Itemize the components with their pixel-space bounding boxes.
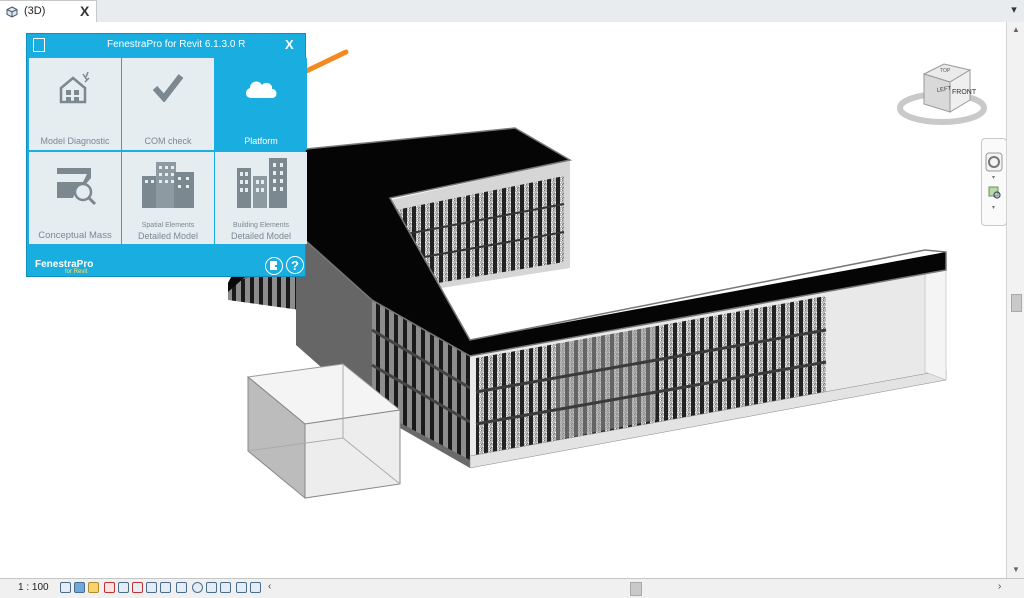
conceptual-mass-icon [57,168,97,206]
fenestrapro-brand-sub: for Revit [65,269,88,275]
viewcube-face-top: TOP [940,68,951,74]
temp-hide-icon[interactable] [176,582,187,593]
tile-label: Conceptual Mass [38,230,112,241]
shadows-icon[interactable] [104,582,115,593]
buildings-icon [237,158,287,208]
scroll-down-icon[interactable]: ▼ [1007,562,1024,578]
tile-label: Platform [244,136,278,146]
horizontal-scrollbar[interactable]: ‹ › [268,581,1006,596]
building-icon [142,162,194,208]
tile-label: COM check [144,136,192,146]
fenestrapro-logo-icon [33,38,45,52]
3d-view-icon [6,6,18,18]
highlight-displacement-icon[interactable] [236,582,247,593]
tile-label: Detailed Model [137,231,199,241]
tile-spatial-elements-detailed-model[interactable]: Spatial Elements Detailed Model [122,152,214,244]
detail-level-icon[interactable] [60,582,71,593]
tab-close-button[interactable]: X [80,3,89,19]
scroll-left-icon[interactable]: ‹ [268,581,271,592]
scroll-right-icon[interactable]: › [998,581,1001,592]
zoom-region-icon[interactable] [988,186,1001,199]
tab-3d-view[interactable]: (3D) X [0,0,97,23]
view-tab-strip [0,0,1024,23]
tile-label: Model Diagnostic [40,136,110,146]
panel-title-bar: FenestraPro for Revit 6.1.3.0 R X [27,34,307,56]
crop-view-icon[interactable] [132,582,143,593]
visual-style-icon[interactable] [74,582,85,593]
lock-3d-view-icon[interactable] [160,582,171,593]
rendering-icon[interactable] [118,582,129,593]
temp-view-properties-icon[interactable] [206,582,217,593]
house-diagnostic-icon [59,71,90,104]
svg-text:▾: ▾ [992,175,995,181]
svg-text:▾: ▾ [992,205,995,211]
sun-path-icon[interactable] [88,582,99,593]
navigation-bar: ▾ ▾ [981,138,1007,226]
tile-building-elements-detailed-model[interactable]: Building Elements Detailed Model [215,152,307,244]
tile-conceptual-mass[interactable]: Conceptual Mass [29,152,121,244]
vertical-scroll-thumb[interactable] [1011,294,1022,312]
analytical-model-icon[interactable] [220,582,231,593]
export-icon[interactable] [265,257,283,275]
viewcube[interactable]: LEFT FRONT TOP [896,60,988,130]
tile-label: Detailed Model [230,231,292,241]
tile-com-check[interactable]: COM check [122,58,214,150]
tile-sublabel: Spatial Elements [141,222,195,229]
panel-title: FenestraPro for Revit 6.1.3.0 R [107,39,246,50]
reveal-constraints-icon[interactable] [250,582,261,593]
tile-platform[interactable]: Platform [215,58,307,150]
scroll-up-icon[interactable]: ▲ [1007,22,1024,38]
view-control-bar: 1 : 100 ‹ › [0,578,1024,598]
help-button[interactable]: ? [286,256,304,274]
tile-model-diagnostic[interactable]: Model Diagnostic [29,58,121,150]
show-crop-icon[interactable] [146,582,157,593]
panel-close-button[interactable]: X [285,37,294,52]
horizontal-scroll-thumb[interactable] [630,582,642,596]
tile-sublabel: Building Elements [232,222,290,229]
tab-label: (3D) [24,5,46,17]
viewcube-face-front[interactable]: FRONT [952,89,977,96]
vertical-scrollbar[interactable]: ▲ ▼ [1006,22,1024,578]
view-scale[interactable]: 1 : 100 [18,582,49,593]
cloud-icon [245,81,277,98]
fenestrapro-panel: FenestraPro for Revit 6.1.3.0 R X Model … [26,33,307,277]
checkmark-icon [152,74,184,102]
steering-wheel-icon[interactable] [985,152,1003,172]
tab-dropdown-button[interactable]: ▾ [1006,2,1022,18]
reveal-hidden-icon[interactable] [192,582,203,593]
